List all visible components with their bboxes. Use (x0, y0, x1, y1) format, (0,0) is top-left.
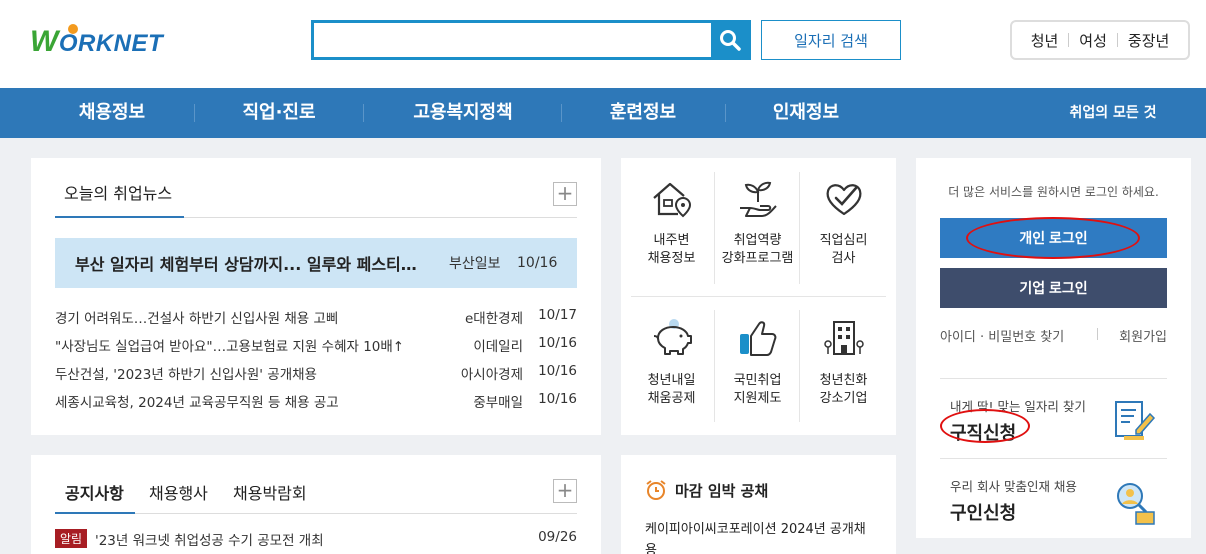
menu-nearby-jobs[interactable]: 내주변 채용정보 (629, 158, 714, 288)
building-icon (824, 321, 864, 355)
personal-login-button[interactable]: 개인 로그인 (940, 218, 1167, 258)
deadline-panel: 마감 임박 공채 케이피아이씨코포레이션 2024년 공개채용 (621, 455, 896, 554)
login-message: 더 많은 서비스를 원하시면 로그인 하세요. (948, 185, 1159, 199)
news-title: "사장님도 실업급여 받아요"…고용보험료 지원 수혜자 10배↑ (55, 339, 405, 355)
header: WORKNET 일자리 검색 청년 여성 중장년 (0, 0, 1206, 88)
headline-title: 부산 일자리 체험부터 상담까지... 일루와 페스티… (75, 255, 417, 274)
job-search-button[interactable]: 일자리 검색 (761, 20, 901, 60)
news-source: 아시아경제 (460, 367, 523, 383)
notice-title: '23년 워크넷 취업성공 수기 공모전 개최 (95, 533, 324, 549)
notice-item[interactable]: 알림 '23년 워크넷 취업성공 수기 공모전 개최 09/26 (55, 527, 577, 549)
menu-national-employment-support[interactable]: 국민취업 지원제도 (715, 298, 800, 428)
thumbs-up-icon (740, 321, 777, 356)
notice-date: 09/26 (538, 529, 577, 545)
news-more-button[interactable]: + (553, 182, 577, 206)
news-panel: 오늘의 취업뉴스 + 부산 일자리 체험부터 상담까지... 일루와 페스티… … (31, 158, 601, 435)
news-item[interactable]: "사장님도 실업급여 받아요"…고용보험료 지원 수혜자 10배↑ 이데일리 1… (55, 331, 577, 359)
tab-underline (55, 216, 184, 218)
nav-divider (194, 104, 195, 122)
menu-label: 국민취업 지원제도 (733, 373, 782, 406)
news-item[interactable]: 경기 어려워도…건설사 하반기 신입사원 채용 고삐 e대한경제 10/17 (55, 303, 577, 331)
news-title: 두산건설, '2023년 하반기 신입사원' 공개채용 (55, 367, 317, 383)
notice-panel: 공지사항 채용행사 채용박람회 + 알림 '23년 워크넷 취업성공 수기 공모… (31, 455, 601, 554)
heart-check-icon (826, 184, 862, 216)
menu-psych-test[interactable]: 직업심리 검사 (801, 158, 886, 288)
magnifier-person-icon (1117, 483, 1155, 525)
main-nav: 채용정보 직업·진로 고용복지정책 훈련정보 인재정보 취업의 모든 것 (0, 88, 1206, 138)
search-input[interactable] (314, 23, 711, 57)
search-box (311, 20, 751, 60)
house-location-icon (653, 182, 692, 218)
headline-source: 부산일보 (449, 256, 501, 272)
news-source: e대한경제 (465, 311, 523, 327)
sprout-hand-icon (740, 181, 777, 217)
logo-dot-icon (68, 24, 78, 34)
alert-badge: 알림 (55, 529, 88, 548)
nav-divider (561, 104, 562, 122)
news-source: 이데일리 (473, 339, 523, 355)
piggy-bank-icon (653, 319, 692, 355)
tab-today-news[interactable]: 오늘의 취업뉴스 (64, 180, 172, 218)
news-list: 경기 어려워도…건설사 하반기 신입사원 채용 고삐 e대한경제 10/17 "… (55, 303, 577, 415)
news-source: 중부매일 (473, 395, 523, 411)
tab-underline (55, 512, 135, 514)
headline-news[interactable]: 부산 일자리 체험부터 상담까지... 일루와 페스티… 부산일보 10/16 (55, 238, 577, 288)
news-item[interactable]: 세종시교육청, 2024년 교육공무직원 등 채용 공고 중부매일 10/16 (55, 387, 577, 415)
deadline-title: 마감 임박 공채 (675, 481, 769, 500)
nav-item-career[interactable]: 직업·진로 (229, 88, 329, 138)
notice-more-button[interactable]: + (553, 479, 577, 503)
news-title: 경기 어려워도…건설사 하반기 신입사원 채용 고삐 (55, 311, 339, 327)
news-date: 10/16 (538, 335, 577, 351)
age-tabs: 청년 여성 중장년 (1010, 20, 1190, 60)
search-button[interactable] (711, 23, 748, 57)
divider (940, 458, 1167, 459)
menu-youth-friendly-companies[interactable]: 청년친화 강소기업 (801, 298, 886, 428)
age-tab-youth[interactable]: 청년 (1021, 30, 1069, 51)
tab-notices[interactable]: 공지사항 (65, 480, 124, 504)
sign-up-link[interactable]: 회원가입 (1119, 326, 1167, 345)
deadline-item[interactable]: 케이피아이씨코포레이션 2024년 공개채용 (645, 519, 877, 554)
menu-label: 청년친화 강소기업 (819, 373, 868, 406)
nav-item-talent[interactable]: 인재정보 (756, 88, 856, 138)
menu-label: 내주변 채용정보 (647, 233, 696, 266)
divider (940, 378, 1167, 379)
company-login-button[interactable]: 기업 로그인 (940, 268, 1167, 308)
login-panel: 더 많은 서비스를 원하시면 로그인 하세요. 개인 로그인 기업 로그인 아이… (916, 158, 1191, 538)
divider (1097, 328, 1098, 340)
worknet-logo[interactable]: WORKNET (30, 22, 163, 62)
logo-letter: W (30, 25, 59, 58)
search-icon (719, 30, 741, 51)
tab-job-fairs[interactable]: 채용박람회 (233, 480, 307, 504)
age-tab-women[interactable]: 여성 (1069, 30, 1117, 51)
nav-divider (363, 104, 364, 122)
news-title: 세종시교육청, 2024년 교육공무직원 등 채용 공고 (55, 395, 339, 411)
news-date: 10/17 (538, 307, 577, 323)
divider (631, 296, 886, 297)
menu-employability-program[interactable]: 취업역량 강화프로그램 (715, 158, 800, 288)
nav-item-welfare-policy[interactable]: 고용복지정책 (398, 88, 528, 138)
news-item[interactable]: 두산건설, '2023년 하반기 신입사원' 공개채용 아시아경제 10/16 (55, 359, 577, 387)
menu-label: 청년내일 채움공제 (647, 373, 696, 406)
menu-label: 취업역량 강화프로그램 (721, 233, 794, 266)
deadline-header: 마감 임박 공채 (645, 479, 768, 501)
news-date: 10/16 (538, 363, 577, 379)
quick-menu-panel: 내주변 채용정보 취업역량 강화프로그램 직업심리 검사 청년내일 채움공제 국… (621, 158, 896, 435)
nav-item-training[interactable]: 훈련정보 (593, 88, 693, 138)
news-date: 10/16 (538, 391, 577, 407)
age-tab-middle-aged[interactable]: 중장년 (1118, 30, 1179, 51)
menu-youth-savings[interactable]: 청년내일 채움공제 (629, 298, 714, 428)
headline-date: 10/16 (517, 255, 558, 271)
nav-divider (725, 104, 726, 122)
resume-pen-icon (1115, 401, 1156, 440)
tab-recruit-events[interactable]: 채용행사 (149, 480, 208, 504)
alarm-clock-icon (646, 480, 666, 500)
find-id-password-link[interactable]: 아이디 · 비밀번호 찾기 (940, 326, 1064, 345)
nav-item-all-about-jobs[interactable]: 취업의 모든 것 (1050, 88, 1176, 138)
nav-item-jobs[interactable]: 채용정보 (62, 88, 162, 138)
menu-label: 직업심리 검사 (819, 233, 868, 266)
